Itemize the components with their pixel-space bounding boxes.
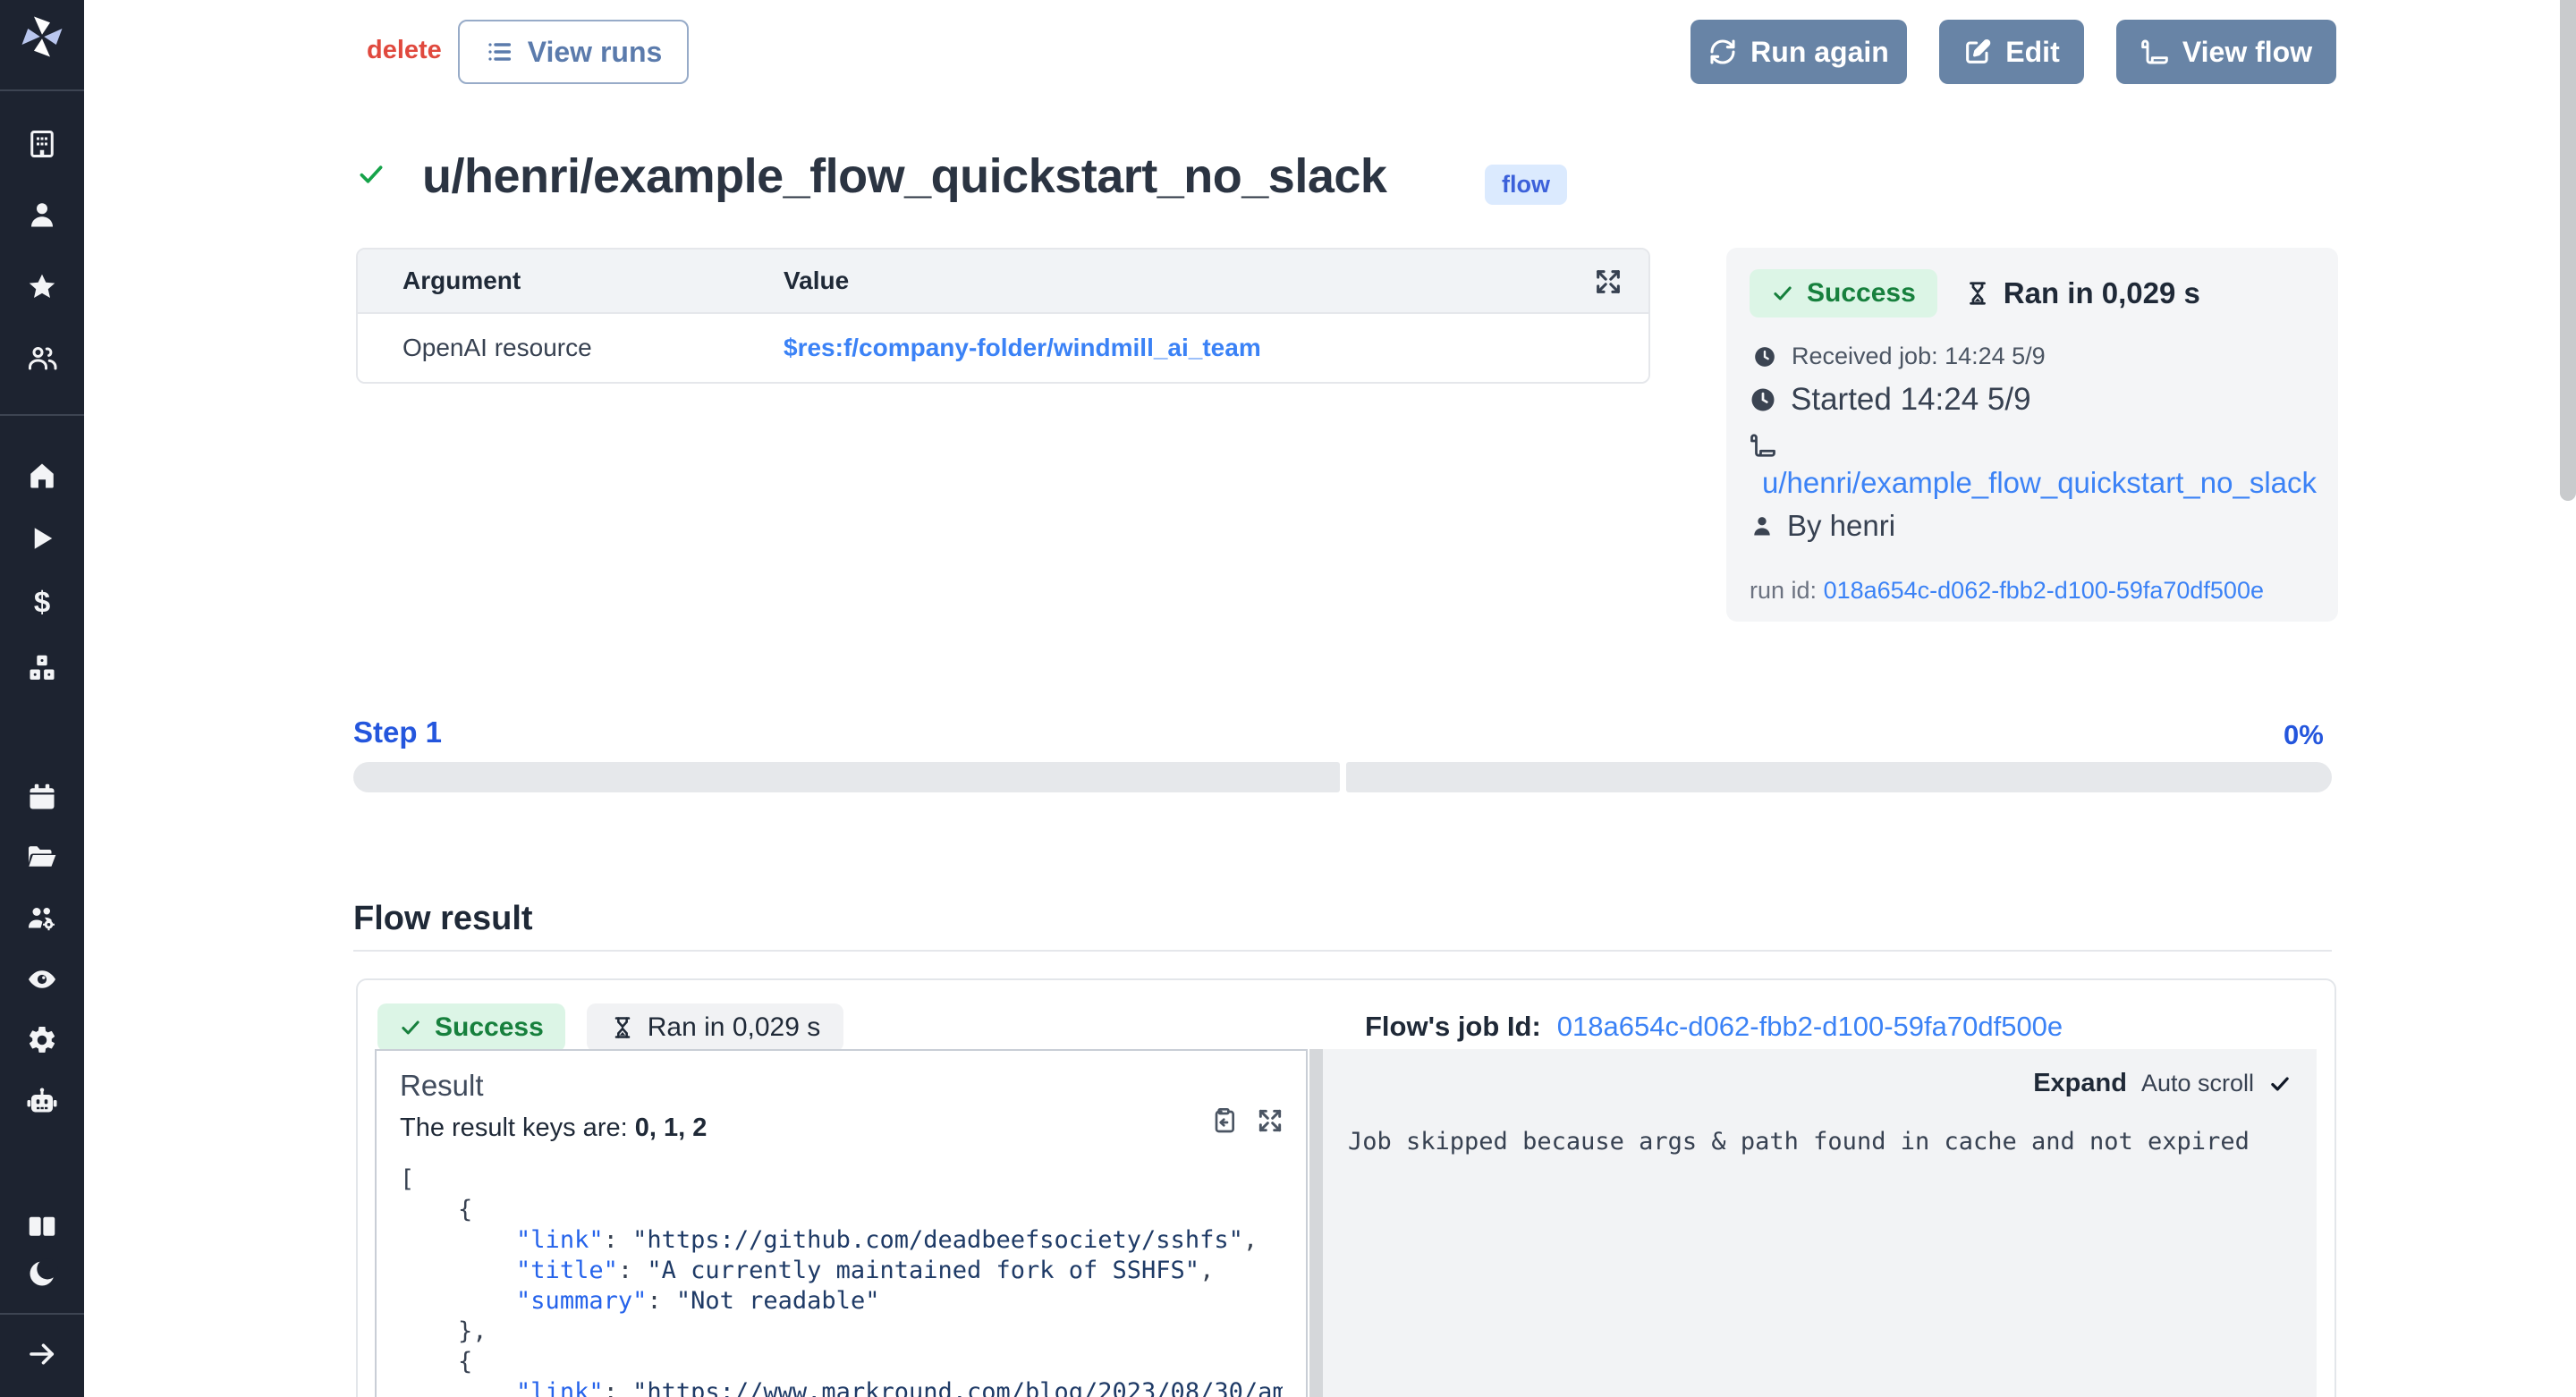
expand-icon[interactable] bbox=[1593, 267, 1623, 297]
scroll-icon bbox=[1750, 432, 2315, 459]
clock-icon bbox=[1753, 345, 1776, 368]
panel-splitter[interactable] bbox=[1309, 1049, 1323, 1397]
sidebar-divider bbox=[0, 414, 84, 416]
view-runs-button[interactable]: View runs bbox=[458, 20, 689, 84]
home-icon[interactable] bbox=[0, 458, 84, 494]
created-by-row: By henri bbox=[1750, 509, 2315, 543]
play-icon[interactable] bbox=[0, 521, 84, 556]
log-text: Job skipped because args & path found in… bbox=[1348, 1128, 2250, 1156]
result-label: Result bbox=[400, 1069, 1283, 1103]
book-open-icon[interactable] bbox=[0, 1209, 84, 1245]
step-label[interactable]: Step 1 bbox=[353, 715, 442, 749]
flow-path-link[interactable]: u/henri/example_flow_quickstart_no_slack bbox=[1750, 466, 2315, 500]
job-id-link[interactable]: 018a654c-d062-fbb2-d100-59fa70df500e bbox=[1557, 1011, 2063, 1043]
result-keys: The result keys are: 0, 1, 2 bbox=[400, 1113, 1283, 1143]
result-panel: Result The result keys are: 0, 1, 2 bbox=[375, 1049, 1308, 1397]
edit-label: Edit bbox=[2005, 36, 2059, 69]
svg-text:$: $ bbox=[34, 587, 50, 619]
cubes-icon[interactable] bbox=[0, 650, 84, 686]
list-icon bbox=[485, 38, 513, 66]
users-gear-icon[interactable] bbox=[0, 901, 84, 936]
result-json[interactable]: [ { "link": "https://github.com/deadbeef… bbox=[400, 1164, 1283, 1397]
delete-button[interactable]: delete bbox=[367, 36, 442, 65]
page-title: u/henri/example_flow_quickstart_no_slack bbox=[422, 148, 1386, 204]
progress-segment[interactable] bbox=[353, 762, 1340, 792]
dollar-icon[interactable]: $ bbox=[0, 585, 84, 621]
run-again-button[interactable]: Run again bbox=[1690, 20, 1907, 84]
hourglass-icon bbox=[1964, 280, 1991, 307]
calendar-icon[interactable] bbox=[0, 779, 84, 815]
started-row: Started 14:24 5/9 bbox=[1750, 382, 2315, 418]
flow-result-heading: Flow result bbox=[353, 900, 533, 938]
view-flow-button[interactable]: View flow bbox=[2116, 20, 2336, 84]
sidebar: $ bbox=[0, 0, 84, 1397]
column-argument: Argument bbox=[358, 267, 784, 295]
progress-segment[interactable] bbox=[1346, 762, 2333, 792]
log-panel[interactable]: Expand Auto scroll Job skipped because a… bbox=[1323, 1049, 2317, 1397]
result-status-badge: Success bbox=[377, 1003, 565, 1052]
arguments-table-header: Argument Value bbox=[358, 250, 1648, 314]
status-panel: Success Ran in 0,029 s Received job: 14:… bbox=[1726, 248, 2338, 622]
flow-result-card: Success Ran in 0,029 s Flow's job Id: 01… bbox=[356, 978, 2336, 1397]
clock-icon bbox=[1750, 386, 1776, 413]
windmill-logo-icon[interactable] bbox=[0, 11, 84, 63]
robot-icon[interactable] bbox=[0, 1085, 84, 1121]
view-runs-label: View runs bbox=[528, 36, 663, 69]
flow-job-id-row: Flow's job Id: 018a654c-d062-fbb2-d100-5… bbox=[1365, 1011, 2063, 1043]
user-icon bbox=[1750, 513, 1775, 538]
moon-icon[interactable] bbox=[0, 1256, 84, 1291]
run-again-label: Run again bbox=[1750, 36, 1889, 69]
sidebar-divider bbox=[0, 1313, 84, 1315]
success-check-icon bbox=[356, 159, 386, 190]
copy-icon[interactable] bbox=[1209, 1106, 1238, 1135]
scroll-icon bbox=[2140, 38, 2169, 66]
edit-button[interactable]: Edit bbox=[1939, 20, 2084, 84]
refresh-icon bbox=[1708, 38, 1737, 66]
progress-bar bbox=[353, 762, 2332, 792]
arrow-right-icon[interactable] bbox=[0, 1336, 84, 1372]
column-value: Value bbox=[784, 267, 849, 295]
edit-icon bbox=[1963, 38, 1992, 66]
argument-value-link[interactable]: $res:f/company-folder/windmill_ai_team bbox=[784, 334, 1261, 362]
flow-badge: flow bbox=[1485, 165, 1567, 205]
eye-icon[interactable] bbox=[0, 961, 84, 997]
sidebar-divider bbox=[0, 89, 84, 91]
log-expand-button[interactable]: Expand bbox=[2033, 1069, 2127, 1098]
star-icon[interactable] bbox=[0, 269, 84, 305]
run-id-row: run id: 018a654c-d062-fbb2-d100-59fa70df… bbox=[1750, 577, 2315, 605]
table-row: OpenAI resource $res:f/company-folder/wi… bbox=[358, 314, 1648, 382]
status-badge: Success bbox=[1750, 269, 1937, 318]
argument-name: OpenAI resource bbox=[358, 334, 784, 362]
step-percent: 0% bbox=[2284, 719, 2324, 751]
ran-in-duration: Ran in 0,029 s bbox=[1964, 276, 2200, 310]
result-duration-badge: Ran in 0,029 s bbox=[587, 1003, 843, 1052]
received-job-row: Received job: 14:24 5/9 bbox=[1750, 343, 2315, 370]
autoscroll-label[interactable]: Auto scroll bbox=[2141, 1070, 2254, 1097]
expand-icon[interactable] bbox=[1256, 1106, 1284, 1135]
folder-open-icon[interactable] bbox=[0, 840, 84, 876]
user-icon[interactable] bbox=[0, 197, 84, 233]
job-id-label: Flow's job Id: bbox=[1365, 1011, 1541, 1043]
view-flow-label: View flow bbox=[2182, 36, 2312, 69]
users-icon[interactable] bbox=[0, 340, 84, 376]
arguments-table: Argument Value OpenAI resource $res:f/co… bbox=[356, 248, 1650, 384]
hourglass-icon bbox=[610, 1015, 635, 1040]
run-id-link[interactable]: 018a654c-d062-fbb2-d100-59fa70df500e bbox=[1824, 577, 2264, 604]
check-icon[interactable] bbox=[2268, 1072, 2292, 1096]
scrollbar-thumb[interactable] bbox=[2560, 0, 2576, 501]
gear-icon[interactable] bbox=[0, 1022, 84, 1058]
divider bbox=[353, 950, 2332, 952]
building-icon[interactable] bbox=[0, 126, 84, 162]
